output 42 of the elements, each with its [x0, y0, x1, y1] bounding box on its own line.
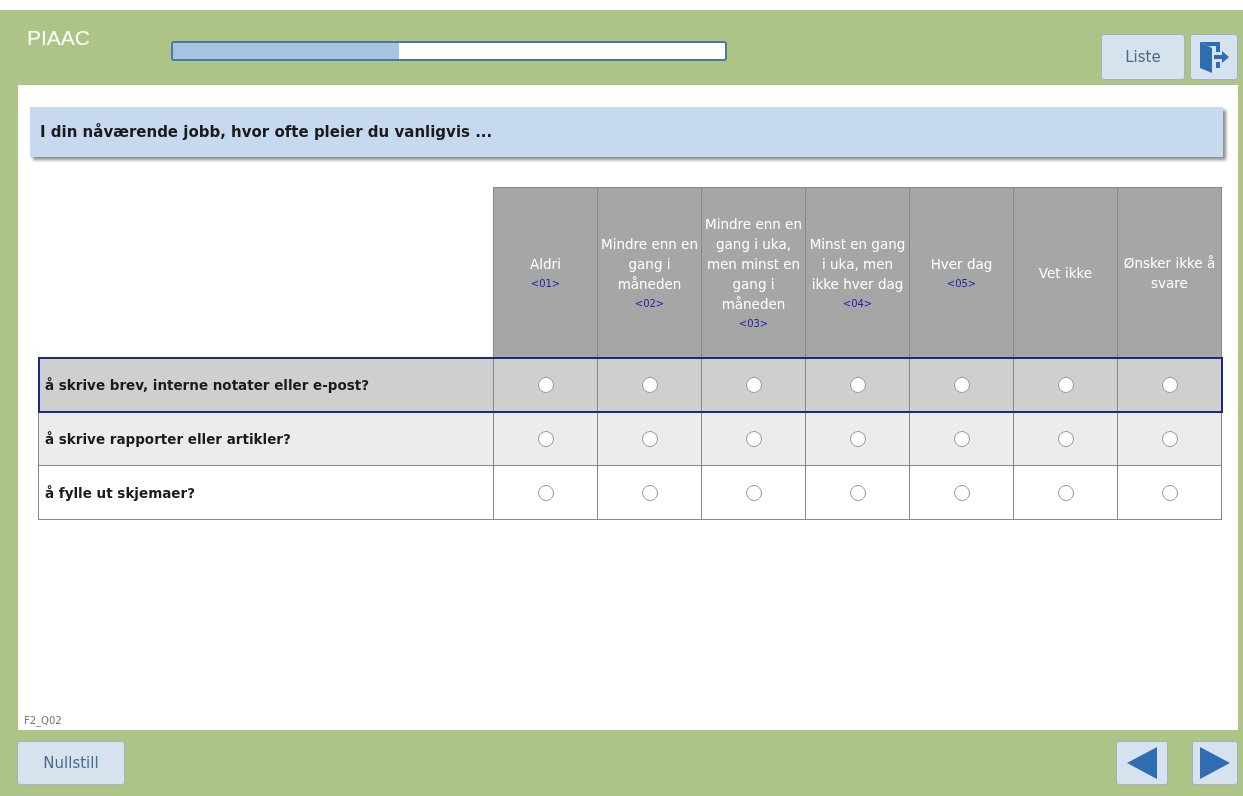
radio-button[interactable]	[1057, 431, 1074, 447]
row-label: å fylle ut skjemaer?	[45, 484, 195, 501]
reset-button[interactable]: Nullstill	[17, 741, 125, 785]
column-header: Vet ikke	[1013, 187, 1118, 358]
exit-button[interactable]	[1190, 34, 1238, 80]
question-text: I din nåværende jobb, hvor ofte pleier du vanligvis ...	[40, 121, 493, 143]
column-header: Minst en gang i uka, men ikke hver dag <04>	[805, 187, 910, 358]
radio-button[interactable]	[1057, 485, 1074, 501]
right-arrow-icon	[1200, 747, 1230, 779]
radio-button[interactable]	[745, 431, 762, 447]
radio-button[interactable]	[953, 485, 970, 501]
radio-button[interactable]	[745, 485, 762, 501]
back-button[interactable]	[1116, 741, 1168, 785]
radio-button[interactable]	[953, 377, 970, 393]
radio-button[interactable]	[745, 377, 762, 393]
column-header: Aldri <01>	[493, 187, 598, 358]
exit-door-icon	[1198, 40, 1230, 74]
radio-button[interactable]	[537, 377, 554, 393]
radio-button[interactable]	[537, 485, 554, 501]
column-header: Ønsker ikke å svare	[1117, 187, 1222, 358]
column-header: Hver dag <05>	[909, 187, 1014, 358]
left-arrow-icon	[1127, 747, 1157, 779]
row-label: å skrive brev, interne notater eller e-post?	[45, 376, 370, 393]
list-button[interactable]: Liste	[1101, 34, 1185, 80]
radio-button[interactable]	[1161, 377, 1178, 393]
row-label: å skrive rapporter eller artikler?	[45, 430, 291, 447]
radio-button[interactable]	[849, 431, 866, 447]
column-header: Mindre enn en gang i måneden <02>	[597, 187, 702, 358]
forward-button[interactable]	[1192, 741, 1238, 785]
column-header: Mindre enn en gang i uka, men minst en gang i måneden <03>	[701, 187, 806, 358]
app-title: PIAAC	[27, 25, 92, 51]
radio-button[interactable]	[1057, 377, 1074, 393]
radio-button[interactable]	[641, 377, 658, 393]
radio-button[interactable]	[537, 431, 554, 447]
radio-button[interactable]	[641, 431, 658, 447]
radio-button[interactable]	[641, 485, 658, 501]
item-id: F2_Q02	[24, 714, 62, 728]
radio-button[interactable]	[849, 377, 866, 393]
radio-button[interactable]	[1161, 431, 1178, 447]
radio-button[interactable]	[953, 431, 970, 447]
radio-button[interactable]	[849, 485, 866, 501]
radio-button[interactable]	[1161, 485, 1178, 501]
